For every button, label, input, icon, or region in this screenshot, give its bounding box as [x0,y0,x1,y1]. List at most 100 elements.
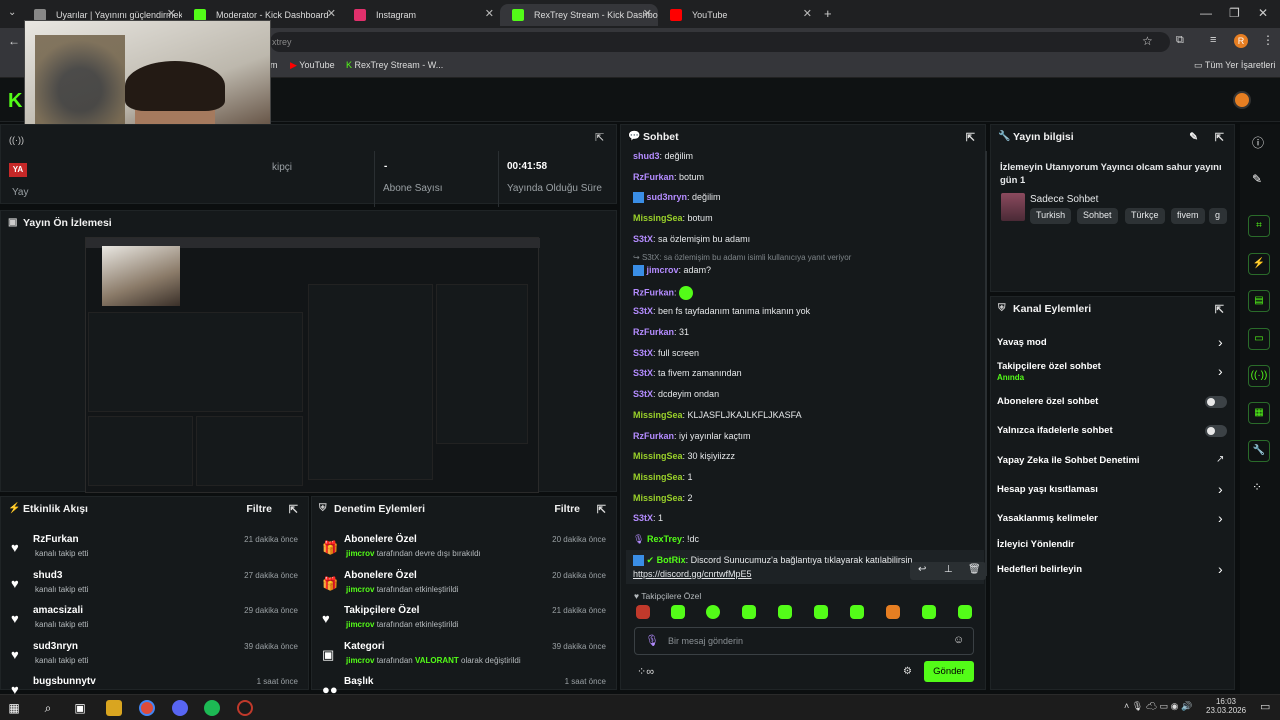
wrench-icon[interactable]: 🔧 [1248,440,1270,462]
tray-icons[interactable]: ˄ 🎙 ☁ ▭ ◉ 🔊 [1124,701,1192,712]
clock[interactable]: 16:03 23.03.2026 [1206,697,1246,715]
notification-icon[interactable]: ▭ [1260,700,1270,713]
discord-link[interactable]: https://discord.gg/cnrtwfMpE5 [633,569,752,579]
apps-icon[interactable]: ⁘ [1252,480,1262,494]
settings-icon[interactable]: ⚙ [903,666,912,677]
chat-input[interactable]: 🎙 Bir mesaj gönderin ☺ [634,627,974,655]
star-icon[interactable]: ☆ [1142,34,1153,48]
menu-icon[interactable]: ⋮ [1262,33,1274,47]
expand-icon[interactable]: ⇱ [597,503,606,516]
close-window-icon[interactable]: ✕ [1258,6,1268,20]
spotify-icon[interactable] [204,700,220,716]
emote-icon[interactable] [958,605,972,619]
chat-user[interactable]: MissingSea [633,472,683,482]
expand-icon[interactable]: ⇱ [289,503,298,516]
emote-icon[interactable] [671,605,685,619]
extensions-icon[interactable]: ⧉ [1176,34,1184,47]
filter-button[interactable]: Filtre [554,503,580,515]
info-icon[interactable]: ⓘ [1252,134,1264,151]
chat-user[interactable]: S3tX [633,513,653,523]
tag[interactable]: Sohbet [1077,208,1118,224]
user-avatar[interactable] [1233,91,1251,109]
close-icon[interactable]: ✕ [803,7,812,20]
chat-user[interactable]: RexTrey [647,534,682,544]
expand-icon[interactable]: ⇱ [1215,131,1224,144]
chat-user[interactable]: S3tX [633,389,653,399]
activity-user[interactable]: bugsbunnytv [33,676,96,687]
trash-icon[interactable]: 🗑 [968,564,981,575]
goals-item[interactable]: Hedefleri belirleyin [997,564,1082,575]
reply-icon[interactable]: ↩ [918,564,926,575]
minimize-icon[interactable]: — [1200,6,1212,20]
emote-icon[interactable] [886,605,900,619]
chat-user[interactable]: MissingSea [633,213,683,223]
mod-user[interactable]: jimcrov [346,585,374,594]
tab-search-icon[interactable]: ⌄ [8,7,16,18]
pencil-icon[interactable]: ✎ [1252,172,1262,186]
close-icon[interactable]: ✕ [327,7,336,20]
chat-scrollbar[interactable] [985,151,987,576]
task-view-icon[interactable]: ▣ [72,700,88,716]
pin-icon[interactable]: ⊥ [944,564,953,575]
search-icon[interactable]: ⌕ [40,700,56,716]
chat-user[interactable]: RzFurkan [633,287,674,297]
tag[interactable]: g [1209,208,1227,224]
chat-bubble-icon[interactable]: ▭ [1248,328,1270,350]
file-explorer-icon[interactable] [106,700,122,716]
activity-user[interactable]: amacsizali [33,605,83,616]
back-icon[interactable]: ← [8,34,20,48]
broadcast-icon[interactable]: ((·)) [1248,365,1270,387]
preview-video[interactable] [85,237,540,493]
bookmark-item[interactable]: m [270,60,278,70]
chevron-right-icon[interactable]: › [1218,363,1223,379]
close-icon[interactable]: ✕ [485,7,494,20]
emote-icon[interactable] [814,605,828,619]
chrome-icon[interactable] [139,700,155,716]
raid-item[interactable]: İzleyici Yönlendir [997,539,1074,550]
tag[interactable]: fivem [1171,208,1205,224]
restore-icon[interactable]: ❐ [1229,6,1240,20]
chat-user[interactable]: S3tX [633,368,653,378]
tab-rextrey[interactable]: RexTrey Stream - Kick Dashboa ✕ [500,4,658,26]
bookmark-rextrey[interactable]: K RexTrey Stream - W... [346,60,443,70]
chat-user[interactable]: S3tX [633,348,653,358]
url-input[interactable]: xtrey [270,32,1170,52]
chat-user[interactable]: S3tX [633,234,653,244]
tab-instagram[interactable]: Instagram ✕ [342,4,500,26]
category-thumbnail[interactable] [1001,193,1025,221]
activity-user[interactable]: sud3nryn [33,641,78,652]
emote-icon[interactable] [636,605,650,619]
chat-user[interactable]: jimcrov [647,265,679,275]
account-age-item[interactable]: Hesap yaşı kısıtlaması [997,484,1098,495]
chat-user[interactable]: shud3 [633,151,660,161]
subs-only-toggle[interactable] [1205,396,1227,408]
send-button[interactable]: Gönder [924,661,974,682]
chat-user[interactable]: RzFurkan [633,172,674,182]
chat-user[interactable]: RzFurkan [633,431,674,441]
edit-icon[interactable]: ✎ [1189,131,1198,143]
activity-user[interactable]: RzFurkan [33,534,79,545]
banned-words-item[interactable]: Yasaklanmış kelimeler [997,513,1098,524]
filter-button[interactable]: Filtre [246,503,272,515]
category-name[interactable]: Sadece Sohbet [1030,194,1098,205]
activity-user[interactable]: shud3 [33,570,62,581]
expand-icon[interactable]: ⇱ [595,131,604,144]
chat-user[interactable]: sud3nryn [647,192,688,202]
chat-user[interactable]: BotRix [657,555,686,565]
kick-logo[interactable]: K [8,91,22,111]
mod-user[interactable]: jimcrov [346,656,374,665]
mod-user[interactable]: jimcrov [346,620,374,629]
expand-icon[interactable]: ⇱ [966,131,975,144]
chat-user[interactable]: RzFurkan [633,327,674,337]
external-link-icon[interactable]: ↗ [1216,454,1224,465]
slow-mode-item[interactable]: Yavaş mod [997,337,1047,348]
discord-icon[interactable] [172,700,188,716]
mod-user[interactable]: jimcrov [346,549,374,558]
bolt-icon[interactable]: ⚡ [1248,253,1270,275]
queue-icon[interactable]: ≡ [1210,34,1216,46]
emote-icon[interactable] [922,605,936,619]
new-tab-button[interactable]: + [824,6,832,21]
chevron-right-icon[interactable]: › [1218,334,1223,350]
tab-youtube[interactable]: YouTube ✕ [658,4,818,26]
chat-user[interactable]: MissingSea [633,451,683,461]
